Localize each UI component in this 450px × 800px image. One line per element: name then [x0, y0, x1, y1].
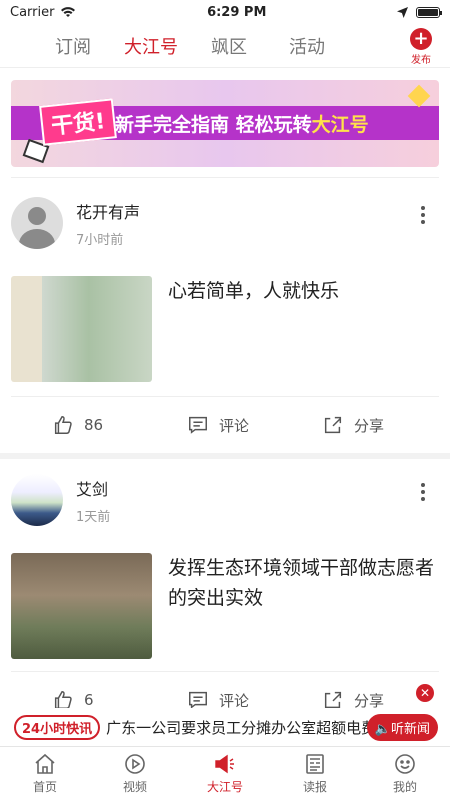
author-name[interactable]: 艾剑 [76, 476, 110, 500]
share-icon [324, 416, 342, 434]
wifi-icon [61, 7, 76, 17]
clock: 6:29 PM [207, 4, 267, 20]
post-actions: 86 评论 分享 [0, 397, 450, 453]
tabbar-dajianghao[interactable]: 大江号 [180, 747, 270, 800]
like-button[interactable]: 86 [52, 414, 187, 436]
tabbar-video[interactable]: 视频 [90, 747, 180, 800]
banner-tag: 干货! [39, 98, 117, 146]
megaphone-icon [215, 754, 234, 774]
post-headline[interactable]: 发挥生态环境领域干部做志愿者的突出实效 [168, 553, 439, 659]
home-icon [35, 753, 55, 774]
tabbar-label: 视频 [122, 780, 147, 794]
tabbar-newspaper[interactable]: 读报 [270, 747, 360, 800]
comment-button[interactable]: 评论 [187, 414, 322, 436]
tabbar-home[interactable]: 首页 [0, 747, 90, 800]
bottom-tab-bar: 首页 视频 大江号 读报 我的 [0, 746, 450, 800]
banner-decoration [407, 84, 431, 108]
avatar[interactable] [11, 197, 63, 249]
post-author: 艾剑 1天前 [0, 459, 450, 529]
plus-icon: + [410, 28, 432, 50]
like-count: 6 [84, 691, 94, 709]
close-icon[interactable]: ✕ [416, 684, 434, 702]
avatar[interactable] [11, 474, 63, 526]
tabbar-label: 大江号 [206, 780, 243, 794]
tab-dajianghao[interactable]: 大江号 [112, 33, 190, 59]
news-badge: 24小时快讯 [14, 714, 101, 740]
promo-banner[interactable]: 干货! 新手完全指南 轻松玩转大江号 [11, 80, 439, 167]
play-icon [125, 754, 145, 774]
banner-text-main: 新手完全指南 轻松玩转 [115, 114, 312, 136]
more-options-icon[interactable] [421, 483, 425, 504]
tab-saqu[interactable]: 飒区 [190, 33, 268, 59]
post-headline[interactable]: 心若简单，人就快乐 [168, 276, 339, 382]
publish-label: 发布 [411, 55, 431, 66]
more-options-icon[interactable] [421, 206, 425, 227]
location-icon [396, 6, 408, 18]
post-time: 7小时前 [76, 232, 124, 248]
battery-icon [415, 6, 442, 18]
banner-text-highlight: 大江号 [311, 114, 369, 136]
post-content[interactable]: 心若简单，人就快乐 [0, 276, 450, 382]
listen-news-button[interactable]: 🔈听新闻 [366, 714, 438, 741]
post-author: 花开有声 7小时前 [0, 178, 450, 252]
author-name[interactable]: 花开有声 [76, 199, 140, 223]
tab-activity[interactable]: 活动 [268, 33, 346, 59]
news-ticker[interactable]: ✕ 24小时快讯 广东一公司要求员工分摊办公室超额电费 🔈听新闻 [0, 684, 450, 746]
listen-label: 听新闻 [390, 722, 430, 737]
like-count: 86 [84, 416, 104, 434]
tab-subscribe[interactable]: 订阅 [34, 33, 112, 59]
share-label: 分享 [354, 416, 385, 435]
carrier-label: Carrier [10, 4, 55, 20]
status-bar: Carrier 6:29 PM [0, 0, 450, 24]
post-content[interactable]: 发挥生态环境领域干部做志愿者的突出实效 [0, 553, 450, 659]
post-time: 1天前 [76, 509, 111, 525]
tabbar-label: 我的 [392, 780, 417, 794]
post-card[interactable]: 花开有声 7小时前 心若简单，人就快乐 86 评论 分享 [0, 178, 450, 453]
speaker-icon: 🔈 [374, 722, 391, 737]
tabbar-label: 读报 [302, 780, 327, 794]
thumbs-up-icon [54, 416, 72, 434]
comment-label: 评论 [219, 416, 250, 435]
post-card[interactable]: 艾剑 1天前 发挥生态环境领域干部做志愿者的突出实效 6 评论 分享 [0, 459, 450, 728]
comment-icon [189, 416, 207, 434]
news-headline[interactable]: 广东一公司要求员工分摊办公室超额电费 [106, 717, 396, 738]
share-button[interactable]: 分享 [322, 414, 384, 436]
banner-text: 新手完全指南 轻松玩转大江号 [115, 110, 369, 137]
publish-button[interactable]: + 发布 [410, 28, 432, 66]
tabbar-mine[interactable]: 我的 [360, 747, 450, 800]
tabbar-label: 首页 [32, 780, 57, 794]
smiley-icon [395, 754, 415, 774]
newspaper-icon [306, 754, 324, 774]
post-thumbnail[interactable] [11, 276, 152, 382]
top-tabs: 订阅 大江号 飒区 活动 + 发布 [0, 24, 450, 68]
post-thumbnail[interactable] [11, 553, 152, 659]
